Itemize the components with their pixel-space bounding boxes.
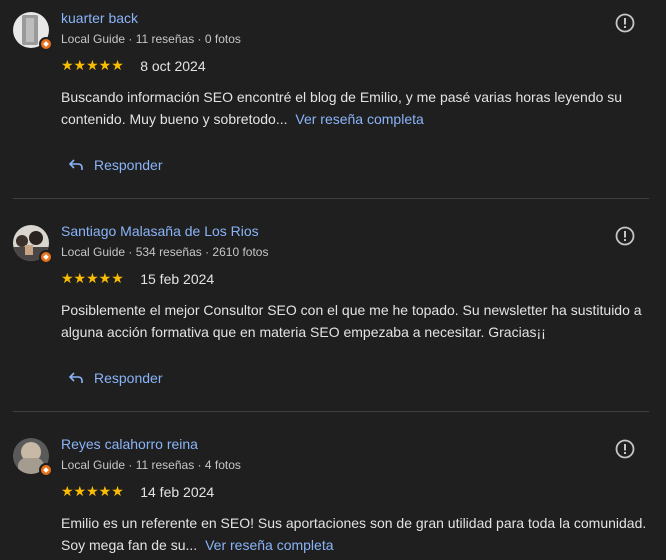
star-rating: ★★★★★ [61,57,124,74]
report-icon[interactable] [614,438,636,460]
rating-row: ★★★★★ 15 feb 2024 [61,270,215,287]
avatar[interactable] [13,438,53,477]
avatar[interactable] [13,12,53,51]
review-text: Buscando información SEO encontré el blo… [61,86,656,130]
review-text-body: Emilio es un referente en SEO! Sus aport… [61,515,647,553]
report-icon[interactable] [614,225,636,247]
read-full-review-link[interactable]: Ver reseña completa [295,111,423,127]
rating-row: ★★★★★ 8 oct 2024 [61,57,206,74]
review-date: 14 feb 2024 [140,483,215,500]
reviewer-name[interactable]: kuarter back [61,10,138,26]
reply-arrow-icon [68,159,83,170]
local-guide-badge [39,250,53,264]
review-text: Posiblemente el mejor Consultor SEO con … [61,299,656,343]
reviewer-meta: Local Guide · 11 reseñas · 0 fotos [61,32,241,46]
rating-row: ★★★★★ 14 feb 2024 [61,483,215,500]
avatar[interactable] [13,225,53,264]
local-guide-badge [39,463,53,477]
star-rating: ★★★★★ [61,270,124,287]
divider [13,411,649,412]
reply-label: Responder [94,157,163,173]
reviewer-name[interactable]: Reyes calahorro reina [61,436,198,452]
reviewer-meta: Local Guide · 534 reseñas · 2610 fotos [61,245,269,259]
star-rating: ★★★★★ [61,483,124,500]
reviewer-meta: Local Guide · 11 reseñas · 4 fotos [61,458,241,472]
review-text: Emilio es un referente en SEO! Sus aport… [61,512,656,556]
reply-button[interactable]: Responder [68,366,163,390]
local-guide-badge [39,37,53,51]
read-full-review-link[interactable]: Ver reseña completa [205,537,333,553]
reply-label: Responder [94,370,163,386]
review-text-body: Posiblemente el mejor Consultor SEO con … [61,302,642,340]
reply-arrow-icon [68,372,83,383]
divider [13,198,649,199]
review-date: 8 oct 2024 [140,57,206,74]
report-icon[interactable] [614,12,636,34]
review-date: 15 feb 2024 [140,270,215,287]
reviewer-name[interactable]: Santiago Malasaña de Los Rios [61,223,259,239]
reply-button[interactable]: Responder [68,153,163,177]
